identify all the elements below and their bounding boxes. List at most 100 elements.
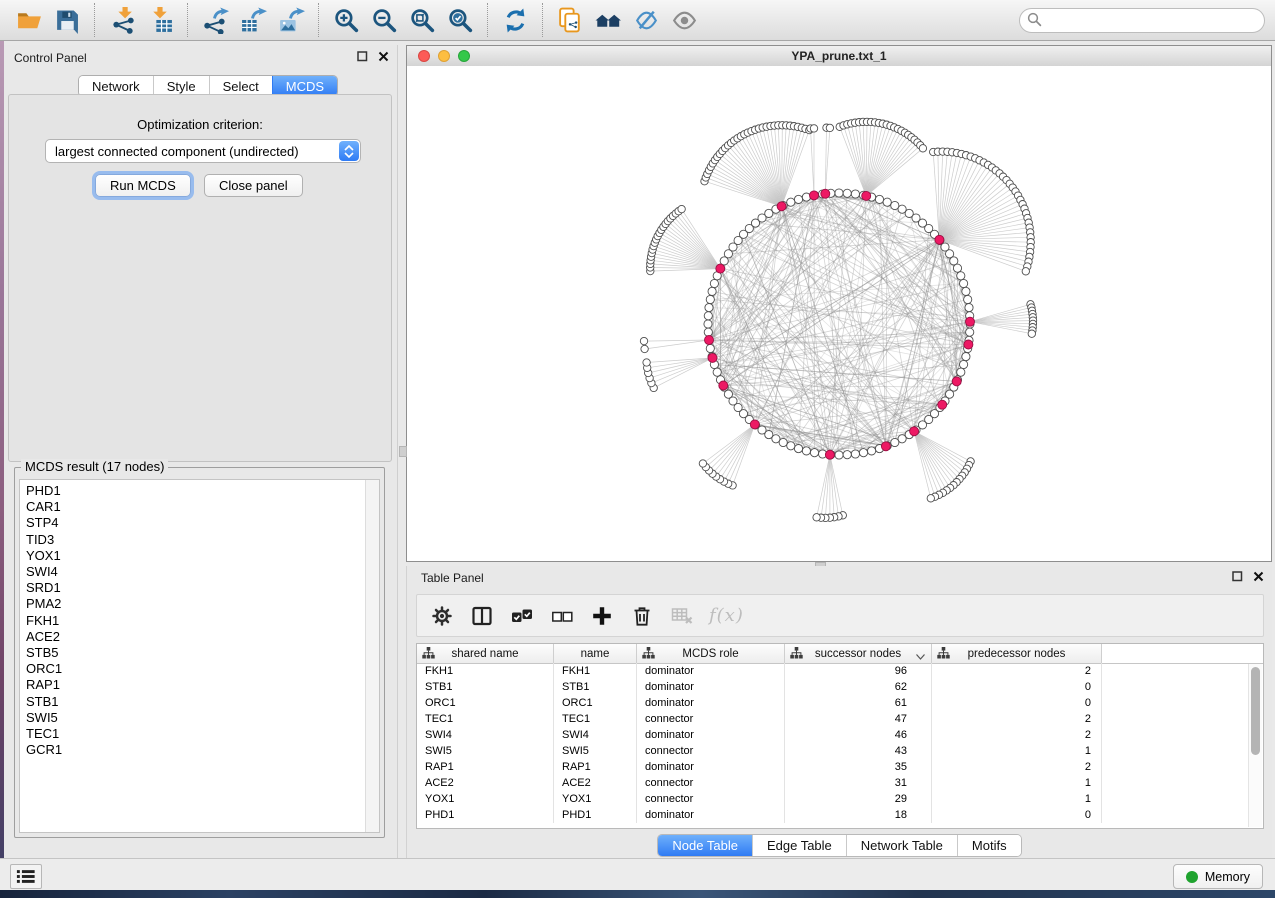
mcds-result-item[interactable]: CAR1 xyxy=(26,499,361,515)
table-cell: TEC1 xyxy=(417,711,554,727)
table-row[interactable]: SWI4SWI4dominator462 xyxy=(417,727,1263,743)
export-network-icon[interactable] xyxy=(196,3,234,37)
show-panels-button[interactable] xyxy=(10,864,42,889)
graph-node xyxy=(710,279,718,287)
table-row[interactable]: FKH1FKH1dominator962 xyxy=(417,663,1263,679)
column-header-name[interactable]: name xyxy=(554,644,637,663)
tab-mcds[interactable]: MCDS xyxy=(272,76,337,96)
mcds-result-item[interactable]: SWI4 xyxy=(26,564,361,580)
zoom-in-icon[interactable] xyxy=(327,3,365,37)
delete-entry-icon[interactable] xyxy=(629,603,655,629)
tab-node-table[interactable]: Node Table xyxy=(658,835,752,856)
table-cell: 61 xyxy=(785,695,932,711)
split-view-icon[interactable] xyxy=(469,603,495,629)
mcds-result-item[interactable]: STP4 xyxy=(26,515,361,531)
table-row[interactable]: RAP1RAP1dominator352 xyxy=(417,759,1263,775)
table-row[interactable]: TEC1TEC1connector472 xyxy=(417,711,1263,727)
mcds-result-item[interactable]: ORC1 xyxy=(26,661,361,677)
float-panel-icon[interactable] xyxy=(357,51,368,62)
tab-edge-table[interactable]: Edge Table xyxy=(752,835,846,856)
table-row[interactable]: SWI5SWI5connector431 xyxy=(417,743,1263,759)
mcds-result-item[interactable]: SWI5 xyxy=(26,710,361,726)
float-table-panel-icon[interactable] xyxy=(1232,571,1243,582)
home-apps-icon[interactable] xyxy=(589,3,627,37)
mcds-result-item[interactable]: STB5 xyxy=(26,645,361,661)
mcds-result-item[interactable]: TID3 xyxy=(26,532,361,548)
column-header-shared-name[interactable]: shared name xyxy=(417,644,554,663)
mcds-result-item[interactable]: SRD1 xyxy=(26,580,361,596)
table-row[interactable]: ORC1ORC1dominator610 xyxy=(417,695,1263,711)
graph-node xyxy=(962,353,970,361)
share-document-icon[interactable] xyxy=(551,3,589,37)
select-all-icon[interactable] xyxy=(509,603,535,629)
table-cell: dominator xyxy=(637,663,785,679)
mcds-result-list[interactable]: PHD1CAR1STP4TID3YOX1SWI4SRD1PMA2FKH1ACE2… xyxy=(19,479,380,833)
optimization-criterion-select[interactable]: largest connected component (undirected) xyxy=(45,139,361,163)
graph-leaf-node xyxy=(641,345,648,352)
mcds-result-item[interactable]: YOX1 xyxy=(26,548,361,564)
graph-node xyxy=(708,287,716,295)
graph-node xyxy=(891,438,899,446)
table-row[interactable]: PHD1PHD1dominator180 xyxy=(417,807,1263,823)
mcds-result-item[interactable]: PMA2 xyxy=(26,596,361,612)
mcds-result-item[interactable]: ACE2 xyxy=(26,629,361,645)
mcds-result-item[interactable]: FKH1 xyxy=(26,613,361,629)
tab-motifs[interactable]: Motifs xyxy=(957,835,1021,856)
zoom-fit-icon[interactable] xyxy=(403,3,441,37)
export-table-icon[interactable] xyxy=(234,3,272,37)
table-cell: SWI4 xyxy=(554,727,637,743)
column-header-MCDS-role[interactable]: MCDS role xyxy=(637,644,785,663)
tab-network[interactable]: Network xyxy=(79,76,153,96)
memory-label: Memory xyxy=(1205,870,1250,884)
graph-node xyxy=(957,272,965,280)
column-header-predecessor-nodes[interactable]: predecessor nodes xyxy=(932,644,1102,663)
graph-node xyxy=(965,304,973,312)
search-input[interactable] xyxy=(1019,8,1265,33)
table-row[interactable]: YOX1YOX1connector291 xyxy=(417,791,1263,807)
close-table-panel-icon[interactable] xyxy=(1253,571,1264,582)
mcds-result-item[interactable]: GCR1 xyxy=(26,742,361,758)
open-file-icon[interactable] xyxy=(10,3,48,37)
network-window-titlebar[interactable]: YPA_prune.txt_1 xyxy=(407,46,1271,67)
table-scrollbar[interactable] xyxy=(1248,664,1262,827)
close-panel-button[interactable]: Close panel xyxy=(204,174,303,197)
zoom-out-icon[interactable] xyxy=(365,3,403,37)
table-cell: 62 xyxy=(785,679,932,695)
mcds-list-scrollbar[interactable] xyxy=(365,480,379,832)
search-field-wrap xyxy=(1019,8,1265,33)
mcds-result-item[interactable]: RAP1 xyxy=(26,677,361,693)
settings-icon[interactable] xyxy=(429,603,455,629)
table-row[interactable]: STB1STB1dominator620 xyxy=(417,679,1263,695)
table-cell: SWI4 xyxy=(417,727,554,743)
show-details-icon[interactable] xyxy=(665,3,703,37)
import-network-icon[interactable] xyxy=(103,3,141,37)
mcds-result-item[interactable]: PHD1 xyxy=(26,483,361,499)
tab-select[interactable]: Select xyxy=(209,76,272,96)
mcds-result-item[interactable]: TEC1 xyxy=(26,726,361,742)
deselect-all-icon[interactable] xyxy=(549,603,575,629)
graph-node xyxy=(962,287,970,295)
network-canvas[interactable] xyxy=(407,66,1271,561)
hide-details-icon[interactable] xyxy=(627,3,665,37)
table-cell: 18 xyxy=(785,807,932,823)
refresh-layout-icon[interactable] xyxy=(496,3,534,37)
vertical-splitter-handle[interactable] xyxy=(399,446,407,457)
graph-node xyxy=(851,190,859,198)
graph-node xyxy=(851,450,859,458)
add-entry-icon[interactable] xyxy=(589,603,615,629)
mcds-result-item[interactable]: STB1 xyxy=(26,694,361,710)
table-row[interactable]: ACE2ACE2connector311 xyxy=(417,775,1263,791)
column-header-successor-nodes[interactable]: successor nodes xyxy=(785,644,932,663)
table-cell: 1 xyxy=(932,775,1102,791)
tab-style[interactable]: Style xyxy=(153,76,209,96)
save-session-icon[interactable] xyxy=(48,3,86,37)
graph-leaf-node xyxy=(1022,268,1029,275)
import-table-icon[interactable] xyxy=(141,3,179,37)
export-image-icon[interactable] xyxy=(272,3,310,37)
memory-button[interactable]: Memory xyxy=(1173,864,1263,889)
zoom-selected-icon[interactable] xyxy=(441,3,479,37)
table-scrollbar-thumb[interactable] xyxy=(1251,667,1260,755)
run-mcds-button[interactable]: Run MCDS xyxy=(95,174,191,197)
close-panel-icon[interactable] xyxy=(378,51,389,62)
tab-network-table[interactable]: Network Table xyxy=(846,835,957,856)
